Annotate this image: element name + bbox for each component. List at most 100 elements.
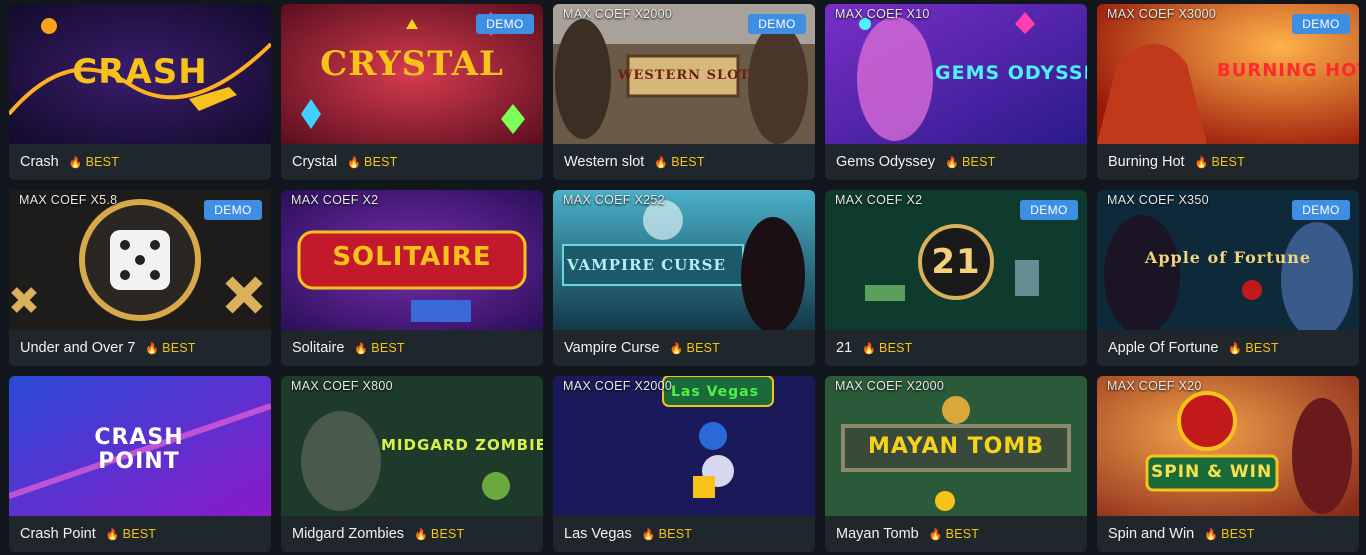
- game-name: Vampire Curse: [564, 340, 660, 356]
- flame-icon: 🔥: [862, 342, 877, 355]
- game-thumbnail[interactable]: CRASH POINT: [9, 376, 271, 516]
- game-caption: Las Vegas 🔥 BEST: [553, 516, 815, 552]
- best-label: BEST: [686, 341, 720, 355]
- demo-badge[interactable]: DEMO: [748, 14, 806, 34]
- game-thumbnail[interactable]: MAX COEF X3000 BURNING HOT DEMO: [1097, 4, 1359, 144]
- best-label: BEST: [879, 341, 913, 355]
- best-badge: 🔥 BEST: [929, 527, 979, 541]
- flame-icon: 🔥: [68, 156, 83, 169]
- best-label: BEST: [364, 155, 398, 169]
- game-card-under-and-over-7[interactable]: MAX COEF X5.8 DEMO Under and Over 7 🔥 BES…: [9, 190, 271, 366]
- game-art-title: CRYSTAL: [320, 44, 504, 84]
- max-coef-label: MAX COEF X2: [291, 193, 379, 207]
- flame-icon: 🔥: [414, 528, 428, 541]
- best-badge: 🔥 BEST: [414, 527, 464, 541]
- flame-icon: 🔥: [1194, 156, 1209, 169]
- best-badge: 🔥 BEST: [1195, 155, 1245, 169]
- game-name: Mayan Tomb: [836, 526, 919, 542]
- game-name: Las Vegas: [564, 526, 632, 542]
- game-card-crystal[interactable]: CRYSTAL DEMO Crystal 🔥 BEST: [281, 4, 543, 180]
- demo-badge[interactable]: DEMO: [1292, 200, 1350, 220]
- game-art-title: MAYAN TOMB: [867, 434, 1045, 459]
- game-card-vampire-curse[interactable]: MAX COEF X252 VAMPIRE CURSE Vampire Curs…: [553, 190, 815, 366]
- game-caption: Crystal 🔥 BEST: [281, 144, 543, 180]
- game-card-midgard-zombies[interactable]: MAX COEF X800 MIDGARD ZOMBIES Midgard Zo…: [281, 376, 543, 552]
- game-name: Spin and Win: [1108, 526, 1195, 542]
- game-art-title: MIDGARD ZOMBIES: [381, 436, 543, 454]
- game-caption: Under and Over 7 🔥 BEST: [9, 330, 271, 366]
- game-caption: Apple Of Fortune 🔥 BEST: [1097, 330, 1359, 366]
- flame-icon: 🔥: [145, 342, 160, 355]
- game-art-title: SOLITAIRE: [332, 242, 492, 272]
- game-caption: Burning Hot 🔥 BEST: [1097, 144, 1359, 180]
- game-card-apple-of-fortune[interactable]: MAX COEF X350 Apple of Fortune DEMO Appl…: [1097, 190, 1359, 366]
- game-thumbnail[interactable]: CRASH: [9, 4, 271, 144]
- best-badge: 🔥 BEST: [106, 527, 156, 541]
- game-thumbnail[interactable]: MAX COEF X2 SOLITAIRE: [281, 190, 543, 330]
- demo-badge[interactable]: DEMO: [1292, 14, 1350, 34]
- flame-icon: 🔥: [928, 528, 943, 541]
- game-name: Gems Odyssey: [836, 154, 936, 170]
- game-art-title: GEMS ODYSSEY: [935, 62, 1087, 84]
- max-coef-label: MAX COEF X3000: [1107, 7, 1217, 21]
- game-name: Burning Hot: [1108, 154, 1185, 170]
- game-art-title: WESTERN SLOT: [617, 68, 751, 83]
- game-thumbnail[interactable]: MAX COEF X350 Apple of Fortune DEMO: [1097, 190, 1359, 330]
- game-caption: Midgard Zombies 🔥 BEST: [281, 516, 543, 552]
- best-badge: 🔥 BEST: [670, 341, 720, 355]
- best-badge: 🔥 BEST: [1228, 341, 1278, 355]
- game-name: Apple Of Fortune: [1108, 340, 1219, 356]
- game-name: Crystal: [292, 154, 338, 170]
- flame-icon: 🔥: [654, 156, 669, 169]
- game-thumbnail[interactable]: MAX COEF X20 SPIN & WIN: [1097, 376, 1359, 516]
- game-card-crash-point[interactable]: CRASH POINT Crash Point 🔥 BEST: [9, 376, 271, 552]
- game-thumbnail[interactable]: MAX COEF X2000 WESTERN SLOT DEMO: [553, 4, 815, 144]
- game-art-title: Las Vegas: [671, 384, 759, 400]
- game-caption: Solitaire 🔥 BEST: [281, 330, 543, 366]
- game-caption: Spin and Win 🔥 BEST: [1097, 516, 1359, 552]
- max-coef-label: MAX COEF X20: [1107, 379, 1202, 393]
- game-thumbnail[interactable]: MAX COEF X10 GEMS ODYSSEY: [825, 4, 1087, 144]
- demo-badge[interactable]: DEMO: [476, 14, 534, 34]
- game-name: Crash: [20, 154, 59, 170]
- game-thumbnail[interactable]: MAX COEF X252 VAMPIRE CURSE: [553, 190, 815, 330]
- flame-icon: 🔥: [1204, 528, 1219, 541]
- game-card-21[interactable]: MAX COEF X2 21 DEMO 21 🔥 BEST: [825, 190, 1087, 366]
- max-coef-label: MAX COEF X2000: [563, 7, 673, 21]
- best-label: BEST: [1221, 527, 1255, 541]
- game-art-title: CRASH POINT: [94, 425, 184, 474]
- demo-badge[interactable]: DEMO: [1020, 200, 1078, 220]
- game-thumbnail[interactable]: MAX COEF X2 21 DEMO: [825, 190, 1087, 330]
- best-badge: 🔥 BEST: [862, 341, 912, 355]
- flame-icon: 🔥: [945, 156, 960, 169]
- game-card-crash[interactable]: CRASH Crash 🔥 BEST: [9, 4, 271, 180]
- flame-icon: 🔥: [105, 528, 120, 541]
- best-badge: 🔥 BEST: [145, 341, 195, 355]
- best-badge: 🔥 BEST: [654, 155, 704, 169]
- game-caption: Western slot 🔥 BEST: [553, 144, 815, 180]
- game-art-title: BURNING HOT: [1217, 60, 1359, 81]
- game-card-burning-hot[interactable]: MAX COEF X3000 BURNING HOT DEMO Burning …: [1097, 4, 1359, 180]
- game-name: Solitaire: [292, 340, 345, 356]
- game-card-spin-and-win[interactable]: MAX COEF X20 SPIN & WIN Spin and Win 🔥 BE…: [1097, 376, 1359, 552]
- game-thumbnail[interactable]: MAX COEF X800 MIDGARD ZOMBIES: [281, 376, 543, 516]
- game-card-las-vegas[interactable]: MAX COEF X2000 Las Vegas Las Vegas 🔥 BEST: [553, 376, 815, 552]
- game-card-mayan-tomb[interactable]: MAX COEF X2000 MAYAN TOMB Mayan Tomb 🔥 BE…: [825, 376, 1087, 552]
- best-label: BEST: [1211, 155, 1245, 169]
- flame-icon: 🔥: [641, 528, 656, 541]
- game-thumbnail[interactable]: CRYSTAL DEMO: [281, 4, 543, 144]
- game-card-gems-odyssey[interactable]: MAX COEF X10 GEMS ODYSSEY Gems Odyssey 🔥…: [825, 4, 1087, 180]
- best-label: BEST: [162, 341, 196, 355]
- game-thumbnail[interactable]: MAX COEF X5.8 DEMO: [9, 190, 271, 330]
- game-card-solitaire[interactable]: MAX COEF X2 SOLITAIRE Solitaire 🔥 BEST: [281, 190, 543, 366]
- game-thumbnail[interactable]: MAX COEF X2000 MAYAN TOMB: [825, 376, 1087, 516]
- game-card-western-slot[interactable]: MAX COEF X2000 WESTERN SLOT DEMO Western…: [553, 4, 815, 180]
- best-label: BEST: [671, 155, 705, 169]
- best-badge: 🔥 BEST: [1204, 527, 1254, 541]
- best-badge: 🔥 BEST: [347, 155, 397, 169]
- game-name: 21: [836, 340, 853, 356]
- game-thumbnail[interactable]: MAX COEF X2000 Las Vegas: [553, 376, 815, 516]
- game-caption: Gems Odyssey 🔥 BEST: [825, 144, 1087, 180]
- best-label: BEST: [85, 155, 120, 169]
- demo-badge[interactable]: DEMO: [204, 200, 262, 220]
